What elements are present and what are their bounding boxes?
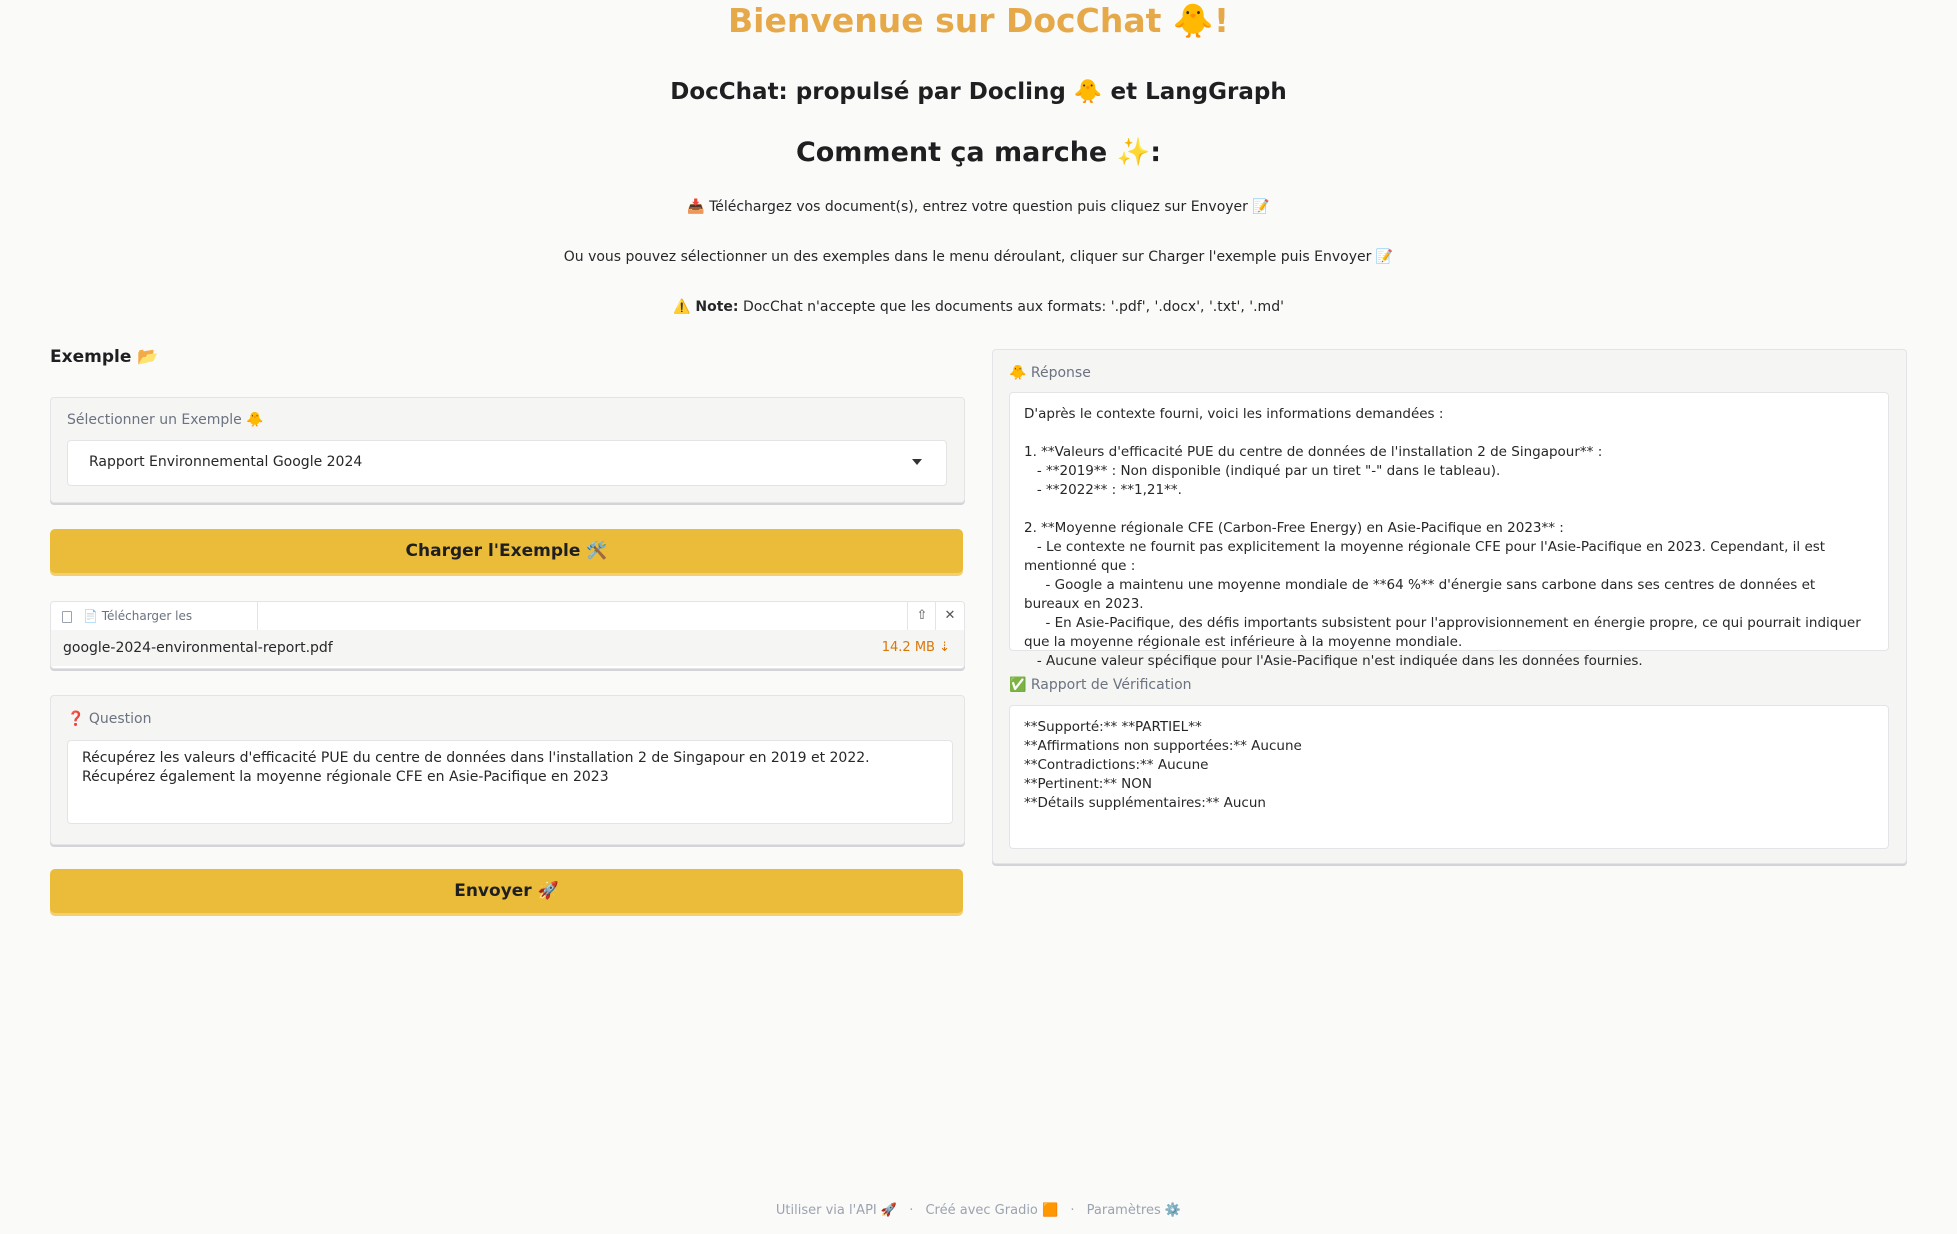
upload-tab: 📄 Télécharger les Documents	[51, 602, 258, 651]
example-selector-label: Sélectionner un Exemple 🐥	[67, 412, 264, 428]
question-label: ❓ Question	[67, 711, 152, 727]
send-button[interactable]: Envoyer 🚀	[50, 869, 963, 913]
file-icon	[62, 611, 72, 623]
settings-link[interactable]: Paramètres ⚙️	[1087, 1203, 1181, 1218]
verification-textbox[interactable]: **Supporté:** **PARTIEL** **Affirmations…	[1009, 705, 1889, 849]
gradio-link[interactable]: Créé avec Gradio 🟧	[925, 1203, 1058, 1218]
instruction-example: Ou vous pouvez sélectionner un des exemp…	[563, 249, 1394, 265]
howto-heading: Comment ça marche ✨:	[795, 137, 1162, 168]
verification-label: ✅ Rapport de Vérification	[1009, 677, 1192, 693]
uploaded-file-row: google-2024-environmental-report.pdf 14.…	[51, 630, 964, 666]
example-section-label: Exemple 📂	[50, 347, 159, 367]
file-name: google-2024-environmental-report.pdf	[63, 640, 333, 656]
question-textarea[interactable]: Récupérez les valeurs d'efficacité PUE d…	[67, 740, 953, 824]
footer: Utiliser via l'API 🚀 · Créé avec Gradio …	[0, 1203, 1957, 1218]
file-download-link[interactable]: 14.2 MB ⇣	[882, 630, 950, 666]
instruction-upload: 📥 Téléchargez vos document(s), entrez vo…	[687, 199, 1270, 215]
response-label: 🐥 Réponse	[1009, 365, 1091, 381]
question-block: ❓ Question Récupérez les valeurs d'effic…	[50, 695, 965, 845]
api-link[interactable]: Utiliser via l'API 🚀	[776, 1203, 897, 1218]
format-note: ⚠️ Note: DocChat n'accepte que les docum…	[0, 299, 1957, 315]
example-dropdown[interactable]: Rapport Environnemental Google 2024	[67, 440, 947, 486]
response-panel: 🐥 Réponse D'après le contexte fourni, vo…	[992, 349, 1907, 864]
dropdown-value: Rapport Environnemental Google 2024	[89, 454, 363, 470]
close-icon[interactable]: ✕	[935, 602, 964, 630]
file-actions: ⇧ ✕	[884, 602, 964, 630]
note-prefix: ⚠️ Note:	[673, 299, 739, 315]
response-textbox[interactable]: D'après le contexte fourni, voici les in…	[1009, 392, 1889, 669]
load-example-button[interactable]: Charger l'Exemple 🛠️	[50, 529, 963, 573]
footer-separator: ·	[1070, 1203, 1075, 1218]
note-text: DocChat n'accepte que les documents aux …	[738, 299, 1284, 315]
page-title: Bienvenue sur DocChat 🐥!	[728, 1, 1229, 40]
page-subtitle: DocChat: propulsé par Docling 🐥 et LangG…	[670, 79, 1287, 105]
example-selector-block: Sélectionner un Exemple 🐥 Rapport Enviro…	[50, 397, 965, 503]
upload-icon[interactable]: ⇧	[907, 602, 936, 630]
chevron-down-icon	[912, 459, 922, 465]
footer-separator: ·	[909, 1203, 914, 1218]
file-upload-block: 📄 Télécharger les Documents ⇧ ✕ google-2…	[50, 601, 965, 669]
